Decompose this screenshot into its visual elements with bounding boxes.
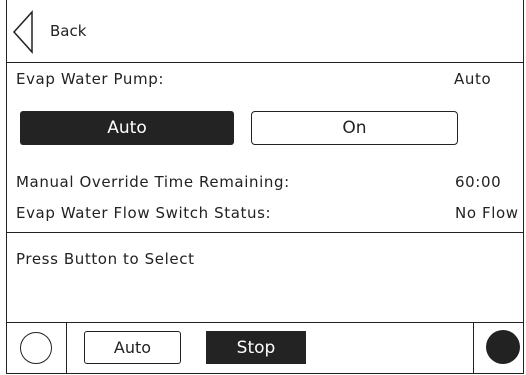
footer-auto-label: Auto [113,338,152,357]
footer-stop-label: Stop [236,337,276,358]
header-divider [6,62,524,63]
back-button[interactable]: Back [10,8,170,56]
footer-stop-button[interactable]: Stop [206,331,306,364]
instruction-message: Press Button to Select [16,250,195,268]
pump-label: Evap Water Pump: [16,70,165,88]
pump-auto-label: Auto [107,118,147,138]
back-label: Back [50,22,87,40]
right-indicator-circle-icon[interactable] [486,330,520,364]
override-value: 60:00 [455,173,502,191]
message-divider [6,232,524,233]
left-indicator-circle-icon[interactable] [20,332,52,364]
pump-value: Auto [454,70,492,88]
footer-divider [6,322,524,323]
footer-auto-button[interactable]: Auto [84,331,181,364]
override-label: Manual Override Time Remaining: [16,173,290,191]
pump-on-label: On [342,118,367,138]
pump-auto-button[interactable]: Auto [20,111,234,145]
footer-left-divider [66,323,67,374]
footer-right-divider [473,323,474,374]
pump-on-button[interactable]: On [251,111,458,145]
flow-switch-value: No Flow [455,204,519,222]
back-arrow-icon [12,10,33,54]
flow-switch-label: Evap Water Flow Switch Status: [16,204,272,222]
